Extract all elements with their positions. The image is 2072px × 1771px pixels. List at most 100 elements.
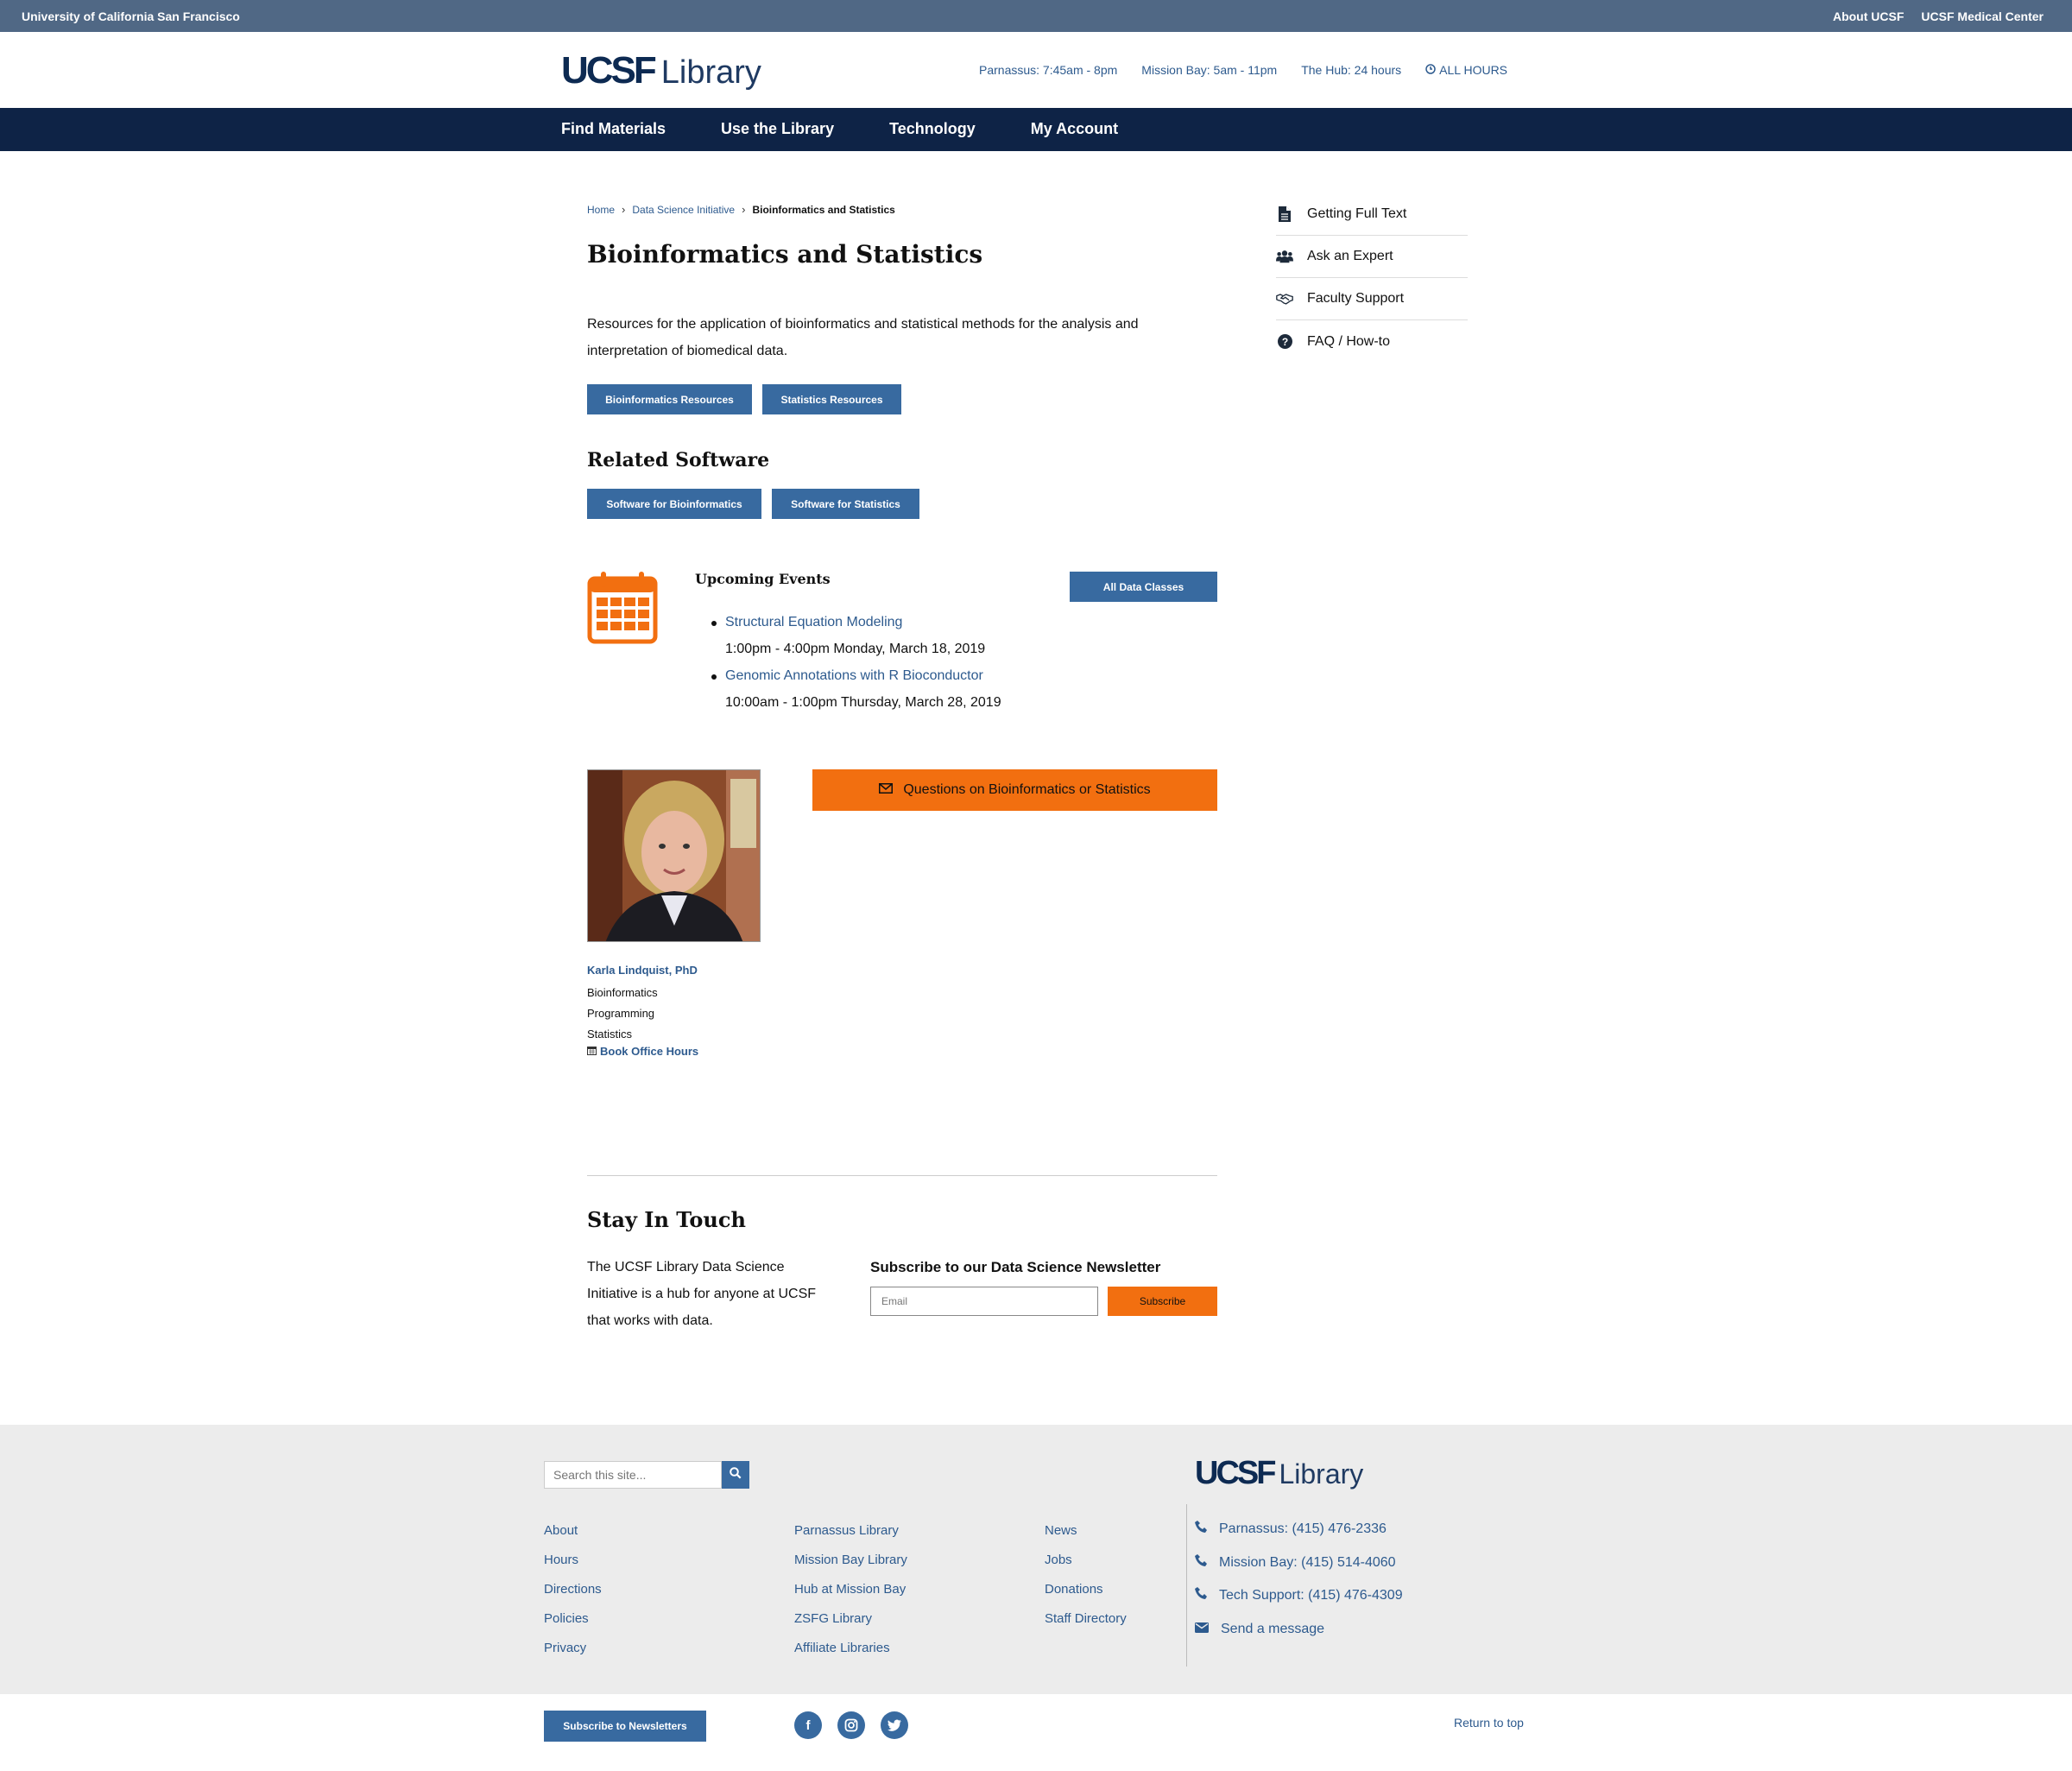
site-header: UCSF Library Parnassus: 7:45am - 8pm Mis…: [0, 32, 2072, 108]
book-office-hours-label: Book Office Hours: [600, 1045, 699, 1058]
staff-name-link[interactable]: Karla Lindquist, PhD: [587, 964, 698, 977]
sidebar: Getting Full Text Ask an Expert Faculty …: [1276, 193, 1468, 363]
book-office-hours-link[interactable]: Book Office Hours: [587, 1045, 698, 1058]
intro-text: Resources for the application of bioinfo…: [587, 317, 1139, 358]
email-field[interactable]: [870, 1287, 1098, 1316]
list-item: Genomic Annotations with R Bioconductor: [711, 662, 1001, 689]
related-software-heading: Related Software: [587, 449, 770, 471]
phone-icon: [1195, 1546, 1207, 1580]
all-data-classes-button[interactable]: All Data Classes: [1070, 572, 1217, 602]
software-statistics-button[interactable]: Software for Statistics: [772, 489, 919, 519]
sidebar-item-getting-full-text[interactable]: Getting Full Text: [1276, 193, 1468, 236]
main-nav: Find Materials Use the Library Technolog…: [0, 108, 2072, 151]
all-hours-link[interactable]: ALL HOURS: [1425, 63, 1507, 77]
questions-button[interactable]: Questions on Bioinformatics or Statistic…: [812, 769, 1217, 811]
hours-hub[interactable]: The Hub: 24 hours: [1301, 63, 1401, 77]
software-bioinformatics-button[interactable]: Software for Bioinformatics: [587, 489, 761, 519]
footer-links-col3: News Jobs Donations Staff Directory: [1045, 1516, 1127, 1634]
sidebar-item-faculty-support[interactable]: Faculty Support: [1276, 278, 1468, 320]
footer-link-mission-bay[interactable]: Mission Bay Library: [794, 1546, 907, 1575]
topic: Bioinformatics: [587, 986, 658, 999]
statistics-resources-button[interactable]: Statistics Resources: [762, 384, 901, 414]
search-button[interactable]: [722, 1461, 749, 1489]
calendar-icon: [587, 570, 658, 644]
footer-links-col2: Parnassus Library Mission Bay Library Hu…: [794, 1516, 907, 1663]
event-link[interactable]: Structural Equation Modeling: [725, 615, 902, 629]
nav-my-account[interactable]: My Account: [1031, 120, 1118, 138]
sidebar-item-label: Ask an Expert: [1307, 249, 1393, 263]
contact-label: Parnassus: (415) 476-2336: [1219, 1521, 1387, 1536]
event-link[interactable]: Genomic Annotations with R Bioconductor: [725, 668, 983, 683]
twitter-icon[interactable]: [881, 1711, 908, 1739]
footer-link-directions[interactable]: Directions: [544, 1575, 602, 1604]
instagram-icon[interactable]: [837, 1711, 865, 1739]
logo-mark: UCSF: [561, 49, 657, 92]
section-divider: [587, 1175, 1217, 1176]
about-ucsf-link[interactable]: About UCSF: [1833, 9, 1904, 23]
ucsf-home-link[interactable]: University of California San Francisco: [22, 9, 240, 23]
footer-divider: [1186, 1504, 1187, 1667]
breadcrumb-home[interactable]: Home: [587, 204, 615, 216]
page-title: Bioinformatics and Statistics: [587, 240, 983, 269]
return-to-top-link[interactable]: Return to top: [1454, 1716, 1524, 1730]
sidebar-item-faq[interactable]: ? FAQ / How-to: [1276, 320, 1468, 363]
sidebar-item-ask-an-expert[interactable]: Ask an Expert: [1276, 236, 1468, 278]
sidebar-item-label: FAQ / How-to: [1307, 333, 1391, 349]
footer-bottom: [0, 1694, 2072, 1771]
phone-icon: [1195, 1579, 1207, 1613]
utility-bar: University of California San Francisco A…: [0, 0, 2072, 32]
footer-link-zsfg[interactable]: ZSFG Library: [794, 1604, 907, 1634]
facebook-icon[interactable]: f: [794, 1711, 822, 1739]
contact-label: Send a message: [1221, 1621, 1325, 1636]
footer-link-privacy[interactable]: Privacy: [544, 1634, 602, 1663]
stay-in-touch-heading: Stay In Touch: [587, 1207, 746, 1232]
envelope-icon: [1195, 1613, 1209, 1647]
footer-logo[interactable]: UCSF Library: [1195, 1455, 1363, 1492]
medical-center-link[interactable]: UCSF Medical Center: [1921, 9, 2044, 23]
all-hours-label: ALL HOURS: [1439, 63, 1508, 77]
bioinformatics-resources-button[interactable]: Bioinformatics Resources: [587, 384, 752, 414]
breadcrumb-data-science[interactable]: Data Science Initiative: [632, 204, 735, 216]
hours-parnassus[interactable]: Parnassus: 7:45am - 8pm: [979, 63, 1117, 77]
logo-text: Library: [660, 54, 761, 91]
logo-text: Library: [1279, 1458, 1364, 1490]
footer-link-donations[interactable]: Donations: [1045, 1575, 1127, 1604]
questions-label: Questions on Bioinformatics or Statistic…: [903, 782, 1151, 797]
footer-link-affiliate[interactable]: Affiliate Libraries: [794, 1634, 907, 1663]
people-icon: [1276, 248, 1293, 265]
library-logo[interactable]: UCSF Library: [561, 49, 761, 92]
list-item: Structural Equation Modeling: [711, 609, 1001, 636]
contact-tech-support[interactable]: Tech Support: (415) 476-4309: [1195, 1579, 1403, 1613]
site-footer: [0, 1425, 2072, 1694]
footer-link-hub[interactable]: Hub at Mission Bay: [794, 1575, 907, 1604]
hours-mission-bay[interactable]: Mission Bay: 5am - 11pm: [1141, 63, 1277, 77]
subscribe-newsletters-button[interactable]: Subscribe to Newsletters: [544, 1711, 706, 1742]
newsletter-heading: Subscribe to our Data Science Newsletter: [870, 1259, 1161, 1275]
footer-link-policies[interactable]: Policies: [544, 1604, 602, 1634]
breadcrumb-current: Bioinformatics and Statistics: [752, 203, 895, 216]
footer-link-news[interactable]: News: [1045, 1516, 1127, 1546]
event-time: 1:00pm - 4:00pm Monday, March 18, 2019: [725, 642, 986, 656]
contact-mission-bay[interactable]: Mission Bay: (415) 514-4060: [1195, 1546, 1403, 1580]
contact-label: Tech Support: (415) 476-4309: [1219, 1588, 1403, 1603]
nav-find-materials[interactable]: Find Materials: [561, 120, 666, 138]
upcoming-events-heading: Upcoming Events: [695, 571, 831, 587]
contact-parnassus[interactable]: Parnassus: (415) 476-2336: [1195, 1513, 1403, 1546]
subscribe-button[interactable]: Subscribe: [1108, 1287, 1217, 1316]
envelope-icon: [879, 782, 894, 798]
contact-send-message[interactable]: Send a message: [1195, 1613, 1403, 1647]
events-list: Structural Equation Modeling 1:00pm - 4:…: [711, 609, 1001, 716]
search-input[interactable]: [544, 1461, 722, 1489]
footer-link-hours[interactable]: Hours: [544, 1546, 602, 1575]
footer-link-staff-directory[interactable]: Staff Directory: [1045, 1604, 1127, 1634]
logo-mark: UCSF: [1195, 1455, 1276, 1491]
svg-text:?: ?: [1281, 336, 1287, 348]
search-icon: [730, 1466, 742, 1483]
topic: Statistics: [587, 1028, 633, 1040]
footer-link-parnassus[interactable]: Parnassus Library: [794, 1516, 907, 1546]
nav-use-the-library[interactable]: Use the Library: [721, 120, 834, 138]
nav-technology[interactable]: Technology: [889, 120, 976, 138]
chevron-right-icon: ›: [742, 203, 746, 216]
footer-link-jobs[interactable]: Jobs: [1045, 1546, 1127, 1575]
footer-link-about[interactable]: About: [544, 1516, 602, 1546]
